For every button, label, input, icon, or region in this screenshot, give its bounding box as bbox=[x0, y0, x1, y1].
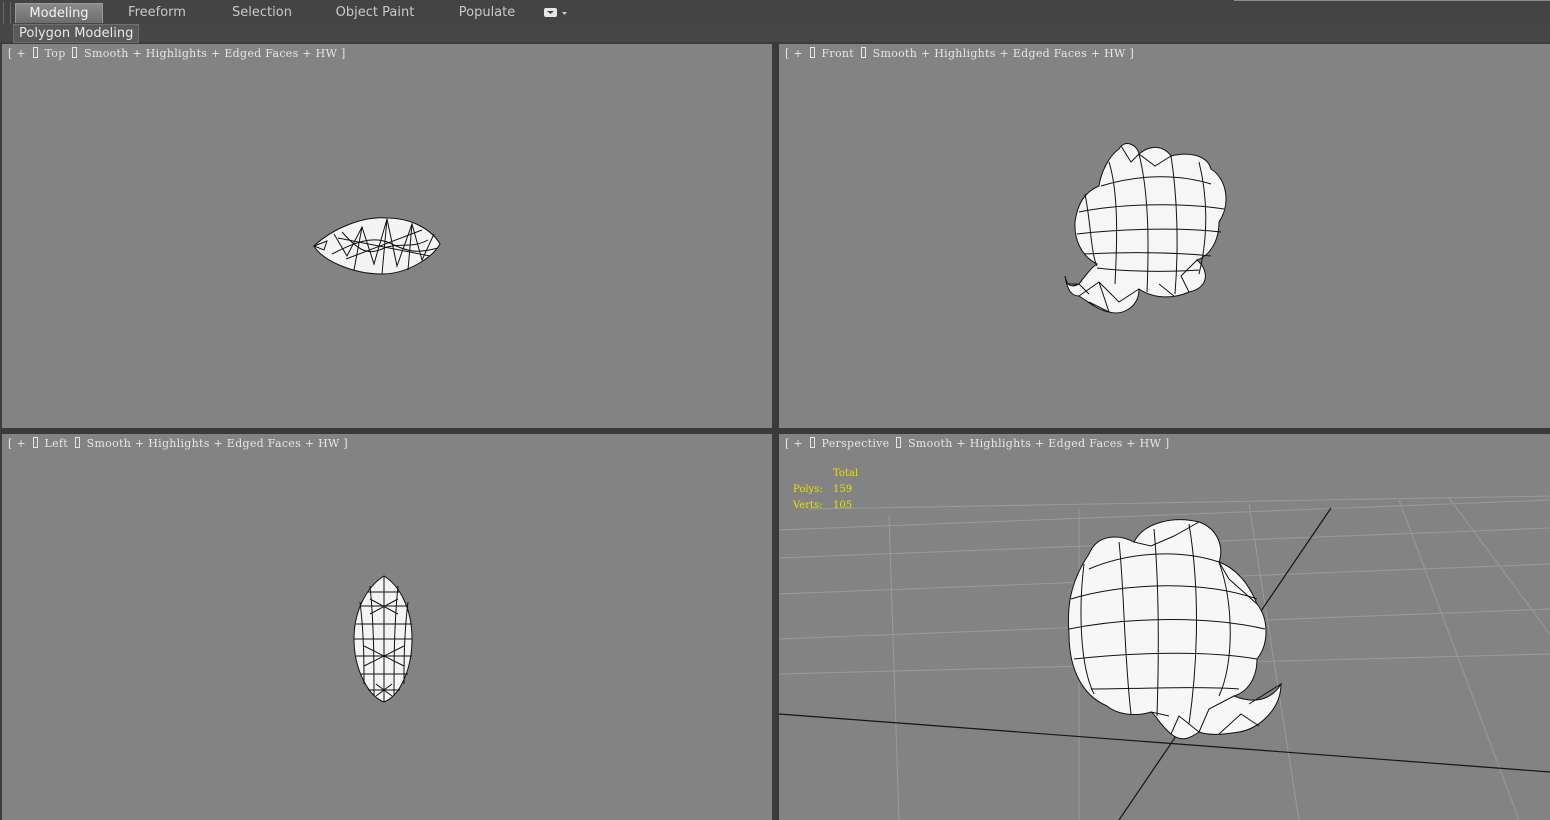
ribbon-top-line bbox=[1234, 0, 1550, 1]
ribbon-tab-bar: Modeling Freeform Selection Object Paint… bbox=[0, 0, 1550, 40]
polygon-modeling-panel-button[interactable]: Polygon Modeling bbox=[13, 24, 140, 43]
top-view-mesh[interactable] bbox=[2, 44, 772, 428]
tab-populate[interactable]: Populate bbox=[450, 3, 524, 22]
ribbon-options-dropdown[interactable] bbox=[543, 7, 569, 19]
viewport-left[interactable]: [ + Left Smooth + Highlights + Edged Fac… bbox=[2, 434, 772, 820]
front-view-mesh[interactable] bbox=[779, 44, 1550, 428]
chevron-down-icon bbox=[544, 8, 567, 17]
viewport-top[interactable]: [ + Top Smooth + Highlights + Edged Face… bbox=[2, 44, 772, 428]
left-view-mesh[interactable] bbox=[2, 434, 772, 820]
tab-modeling[interactable]: Modeling bbox=[15, 3, 103, 23]
tab-selection[interactable]: Selection bbox=[222, 3, 302, 22]
perspective-view-mesh[interactable] bbox=[779, 434, 1550, 820]
tab-object-paint[interactable]: Object Paint bbox=[330, 3, 420, 22]
viewport-front[interactable]: [ + Front Smooth + Highlights + Edged Fa… bbox=[779, 44, 1550, 428]
ribbon-panel-bar: Polygon Modeling bbox=[0, 24, 1550, 43]
tab-freeform[interactable]: Freeform bbox=[117, 3, 197, 22]
viewport-perspective[interactable]: [ + Perspective Smooth + Highlights + Ed… bbox=[779, 434, 1550, 820]
